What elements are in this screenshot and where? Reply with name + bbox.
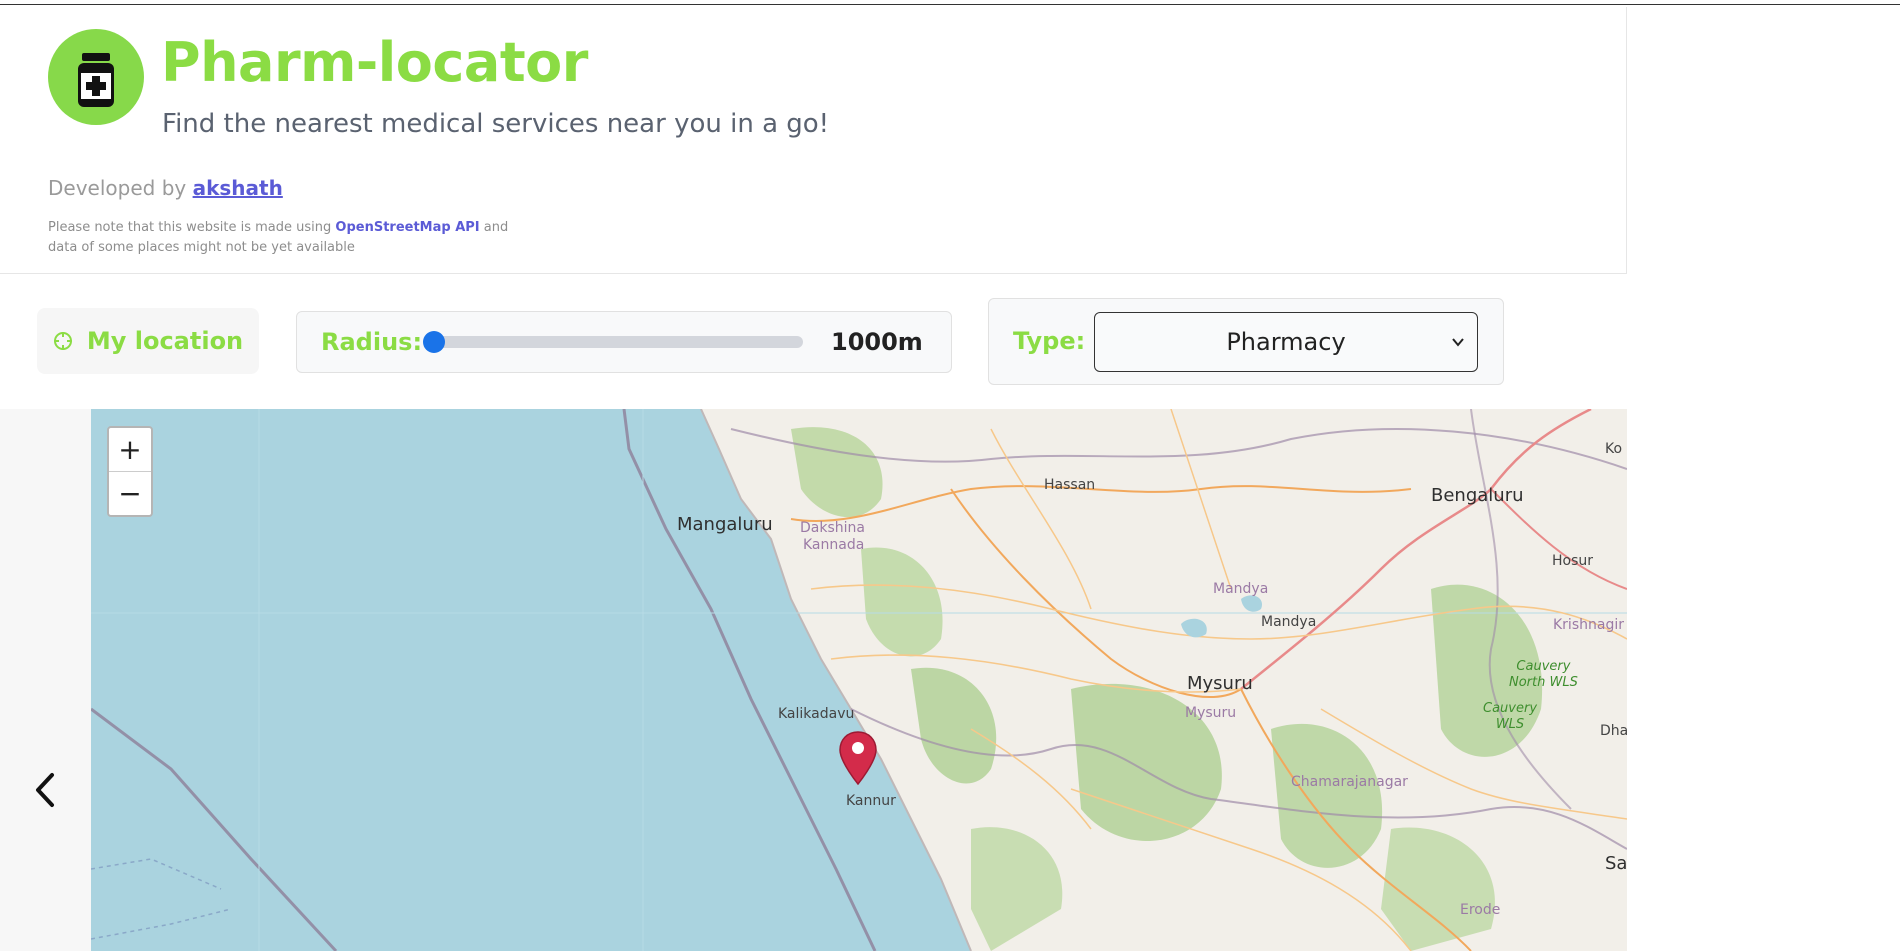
map-label-cauvery-1: Cauvery — [1483, 701, 1538, 716]
medicine-bottle-icon — [48, 29, 144, 125]
type-selected-value: Pharmacy — [1226, 328, 1346, 356]
top-rule — [0, 4, 1900, 5]
my-location-label: My location — [86, 327, 244, 355]
map-label-cauvery: Cauvery WLS — [1483, 701, 1537, 733]
map-label-mandya: Mandya — [1261, 614, 1317, 630]
map-label-sa: Sa — [1605, 853, 1627, 874]
map-label-dakshina: Dakshina — [800, 520, 865, 536]
radius-value: 1000m — [831, 328, 923, 356]
map-label-dhar: Dhar — [1600, 723, 1627, 739]
developer-credit: Developed by akshath — [48, 174, 283, 202]
map-label-mysuru: Mysuru — [1187, 673, 1253, 694]
radius-slider-thumb[interactable] — [423, 331, 445, 353]
disclaimer-note: Please note that this website is made us… — [48, 218, 528, 258]
left-rail — [0, 409, 91, 951]
radius-control: Radius: 1000m — [296, 311, 952, 373]
developer-prefix: Developed by — [48, 176, 187, 200]
map-label-bengaluru: Bengaluru — [1431, 485, 1524, 506]
map-label-cauvery-north-1: Cauvery — [1516, 659, 1571, 674]
openstreetmap-link[interactable]: OpenStreetMap API — [335, 220, 479, 235]
map-label-hosur: Hosur — [1552, 553, 1594, 569]
type-control: Type: Pharmacy — [988, 298, 1504, 385]
map-label-kannur: Kannur — [846, 793, 896, 809]
map-view[interactable]: + − Mangaluru Dakshina Kannada Hassan Be… — [91, 409, 1627, 951]
radius-slider-track[interactable] — [425, 336, 803, 348]
map-label-cauvery-north: Cauvery North WLS — [1509, 659, 1578, 691]
app-subtitle: Find the nearest medical services near y… — [162, 109, 830, 139]
map-pin-icon[interactable] — [838, 730, 878, 786]
my-location-button[interactable]: My location — [37, 308, 259, 374]
map-label-krishnagiri: Krishnagir — [1553, 617, 1624, 633]
type-select[interactable]: Pharmacy — [1094, 312, 1478, 372]
zoom-in-button[interactable]: + — [109, 428, 151, 471]
map-label-kalikadavu: Kalikadavu — [778, 706, 855, 722]
developer-link[interactable]: akshath — [193, 176, 283, 200]
type-label: Type: — [1013, 327, 1086, 355]
map-label-ko: Ko — [1605, 441, 1623, 457]
map-label-erode: Erode — [1460, 902, 1501, 918]
radius-label: Radius: — [321, 328, 423, 356]
chevron-down-icon — [1452, 338, 1464, 347]
map-label-mysuru-region: Mysuru — [1185, 705, 1237, 721]
map-tiles — [91, 409, 1627, 951]
map-label-mangaluru: Mangaluru — [677, 514, 773, 535]
map-label-cauvery-north-2: North WLS — [1509, 675, 1578, 690]
map-label-mandya-region: Mandya — [1213, 581, 1269, 597]
zoom-out-button[interactable]: − — [109, 472, 151, 515]
app-title: Pharm-locator — [161, 31, 588, 94]
controls-bar: My location Radius: 1000m Type: Pharmacy — [0, 274, 1627, 409]
map-label-hassan: Hassan — [1044, 477, 1096, 493]
map-label-kannada: Kannada — [803, 537, 865, 553]
note-prefix: Please note that this website is made us… — [48, 220, 332, 235]
map-label-cauvery-2: WLS — [1495, 717, 1525, 732]
map-label-chamarajanagar: Chamarajanagar — [1291, 774, 1408, 790]
header-card: Pharm-locator Find the nearest medical s… — [0, 7, 1627, 274]
zoom-control: + − — [107, 426, 153, 517]
crosshair-icon — [53, 332, 72, 350]
chevron-left-icon[interactable] — [26, 769, 68, 811]
